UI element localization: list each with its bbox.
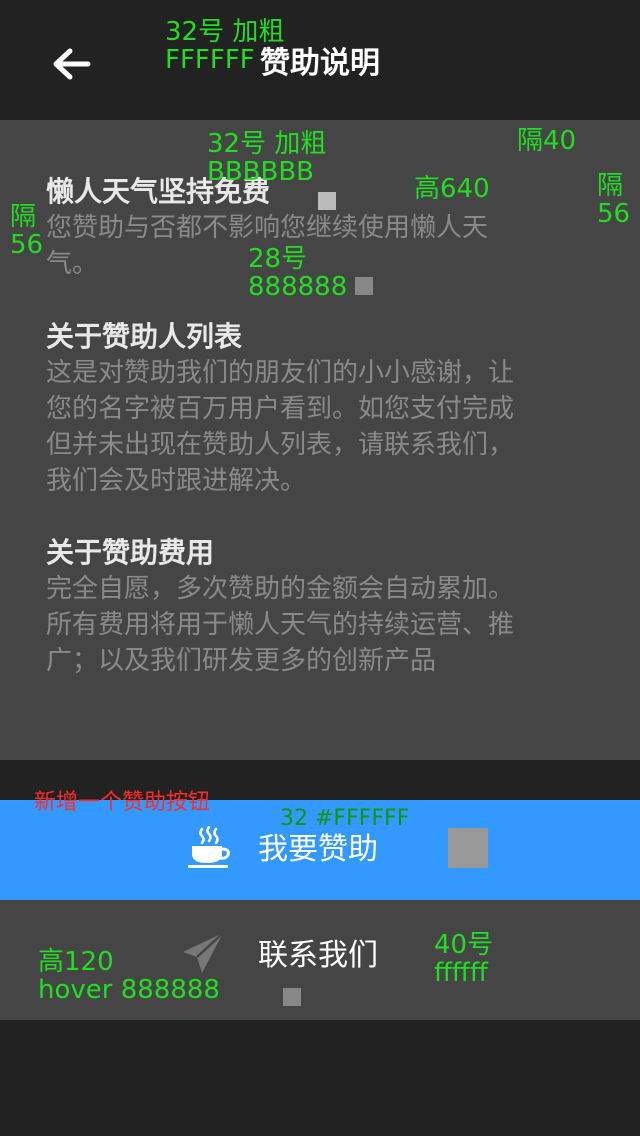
body-line: 我们会及时跟进解决。 xyxy=(46,466,307,496)
body-line: 您赞助与否都不影响您继续使用懒人天 xyxy=(46,213,489,243)
annotation-section-title-spec: 32号 加粗 BBBBBB xyxy=(207,129,327,187)
contact-us-label: 联系我们 xyxy=(258,938,378,973)
body-line: 您的名字被百万用户看到。如您支付完成 xyxy=(46,394,515,424)
body-line: 广；以及我们研发更多的创新产品 xyxy=(46,646,437,676)
annotation-title-spec: 32号 加粗 FFFFFF xyxy=(165,17,285,75)
color-swatch-sponsor xyxy=(448,828,488,868)
annotation-sponsor-spec: 32 #FFFFFF xyxy=(280,806,410,831)
coffee-cup-icon xyxy=(186,825,232,870)
annotation-contact-spec: 40号 ffffff xyxy=(434,930,494,988)
section-title: 关于赞助人列表 xyxy=(46,320,243,353)
section-sponsor-fee: 关于赞助费用 完全自愿，多次赞助的金额会自动累加。 所有费用将用于懒人天气的持续… xyxy=(46,535,606,679)
body-line: 完全自愿，多次赞助的金额会自动累加。 xyxy=(46,574,515,604)
annotation-new-button: 新增一个赞助按钮 xyxy=(34,790,211,815)
annotation-body-spec: 28号 888888 xyxy=(248,244,348,302)
body-line: 这是对赞助我们的朋友们的小小感谢，让 xyxy=(46,358,515,388)
section-body: 这是对赞助我们的朋友们的小小感谢，让 您的名字被百万用户看到。如您支付完成 但并… xyxy=(46,355,606,499)
annotation-gap-56-right: 隔 56 xyxy=(597,171,631,229)
section-title: 关于赞助费用 xyxy=(46,536,215,569)
color-swatch-hover xyxy=(283,988,301,1006)
section-body: 完全自愿，多次赞助的金额会自动累加。 所有费用将用于懒人天气的持续运营、推 广；… xyxy=(46,571,606,679)
color-swatch-888888 xyxy=(355,277,373,295)
sponsor-info-page: 赞助说明 懒人天气坚持免费 您赞助与否都不影响您继续使用懒人天 气。 关于赞助人… xyxy=(0,0,640,1136)
annotation-gap-40: 隔40 xyxy=(517,126,577,156)
header-bar: 赞助说明 xyxy=(0,0,640,120)
section-sponsor-list: 关于赞助人列表 这是对赞助我们的朋友们的小小感谢，让 您的名字被百万用户看到。如… xyxy=(46,319,606,499)
sponsor-button-label: 我要赞助 xyxy=(258,832,378,867)
annotation-contact-height: 高120 hover 888888 xyxy=(38,947,220,1005)
back-button[interactable] xyxy=(50,44,92,84)
body-line: 但并未出现在赞助人列表，请联系我们， xyxy=(46,430,515,460)
arrow-left-icon xyxy=(50,44,92,84)
annotation-height-640: 高640 xyxy=(414,174,490,204)
body-line: 所有费用将用于懒人天气的持续运营、推 xyxy=(46,610,515,640)
color-swatch-bbbbbb xyxy=(318,192,336,210)
annotation-gap-56-left: 隔 56 xyxy=(10,202,44,260)
